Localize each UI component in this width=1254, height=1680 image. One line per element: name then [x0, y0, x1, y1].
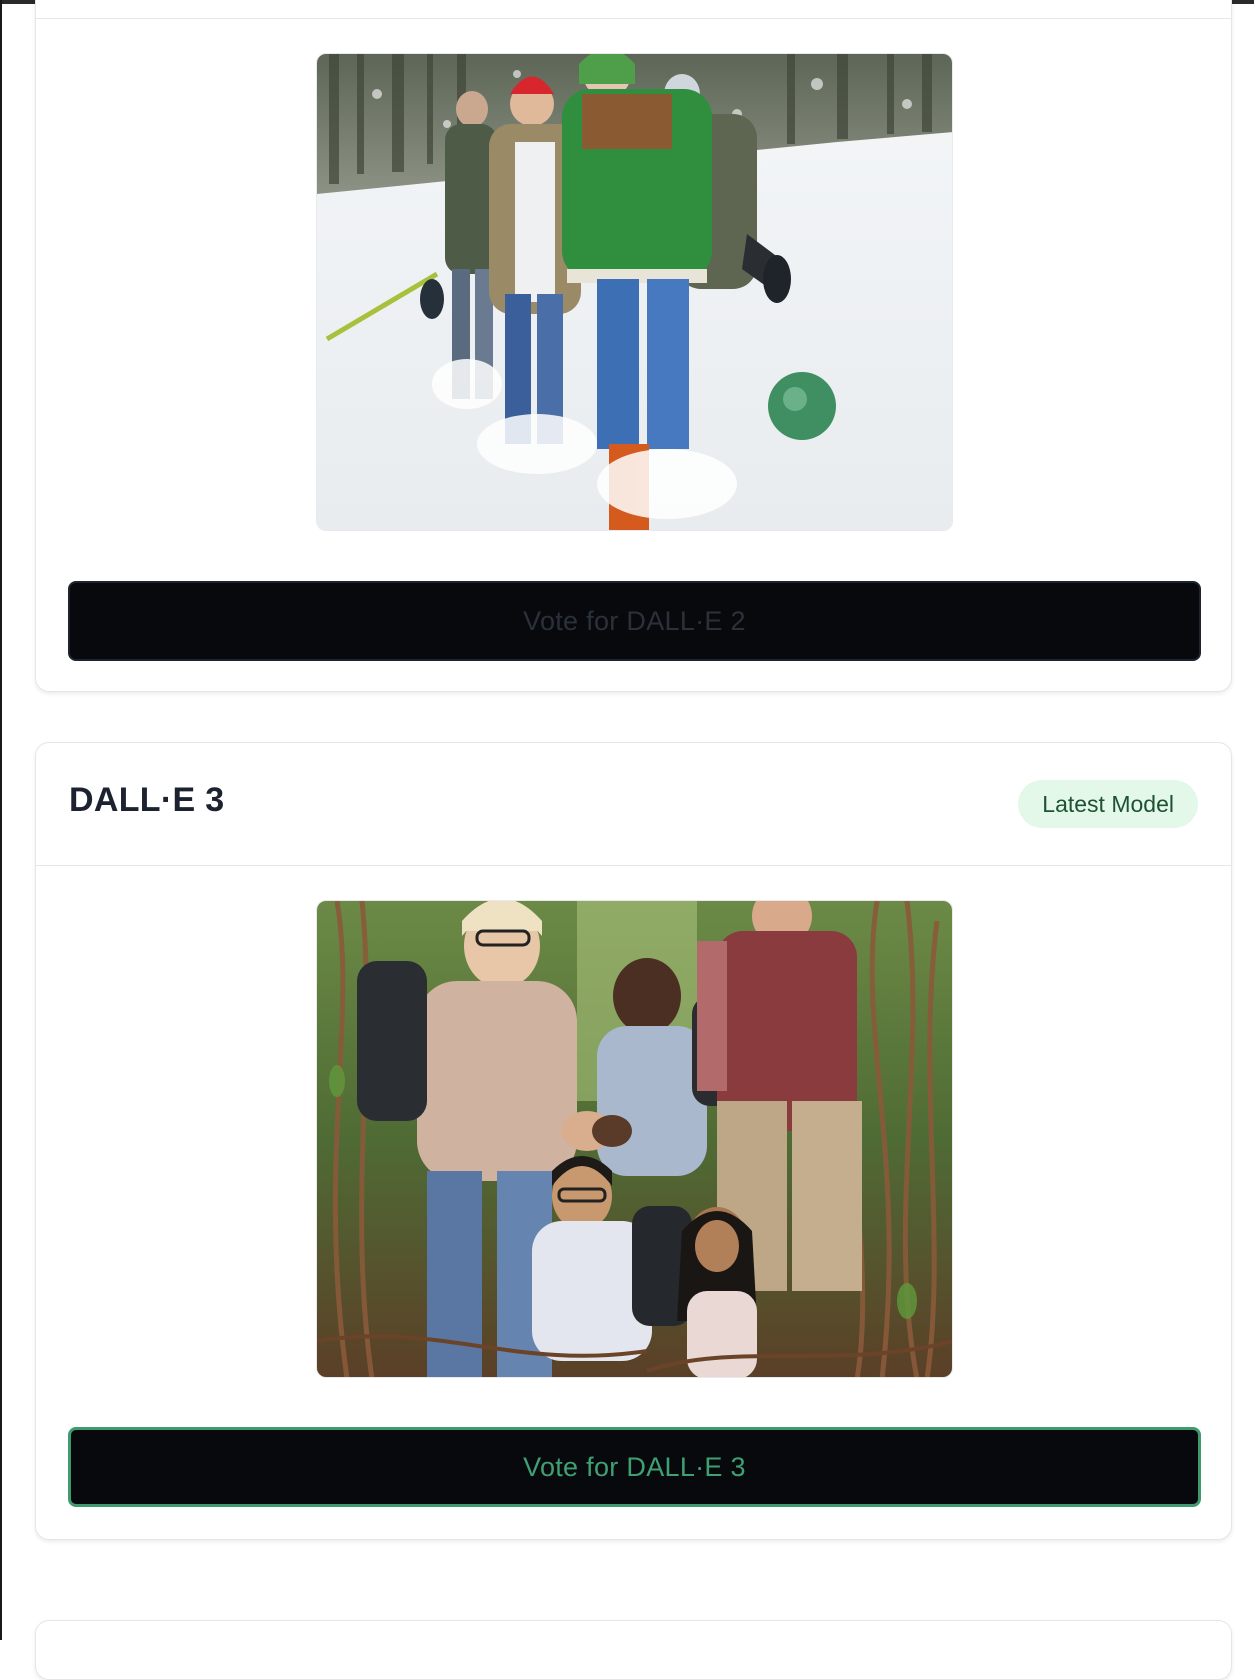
- card-header: DALL·E 3 Latest Model: [36, 743, 1231, 866]
- vote-dalle2-button[interactable]: Vote for DALL·E 2: [68, 581, 1201, 661]
- latest-model-badge: Latest Model: [1018, 780, 1198, 828]
- generated-image-dalle2: [316, 53, 953, 531]
- window-left-edge: [0, 0, 2, 1640]
- jungle-hikers-image: [317, 901, 952, 1377]
- generated-image-dalle3: [316, 900, 953, 1378]
- model-card-dalle2: Vote for DALL·E 2: [35, 0, 1232, 692]
- card-header-divider: [36, 18, 1231, 19]
- model-card-dalle3: DALL·E 3 Latest Model Vote for DALL·E 3: [35, 742, 1232, 1540]
- model-card-next: [35, 1620, 1232, 1680]
- model-title: DALL·E 3: [69, 781, 225, 819]
- vote-dalle3-button[interactable]: Vote for DALL·E 3: [68, 1427, 1201, 1507]
- snow-hikers-image: [317, 54, 952, 530]
